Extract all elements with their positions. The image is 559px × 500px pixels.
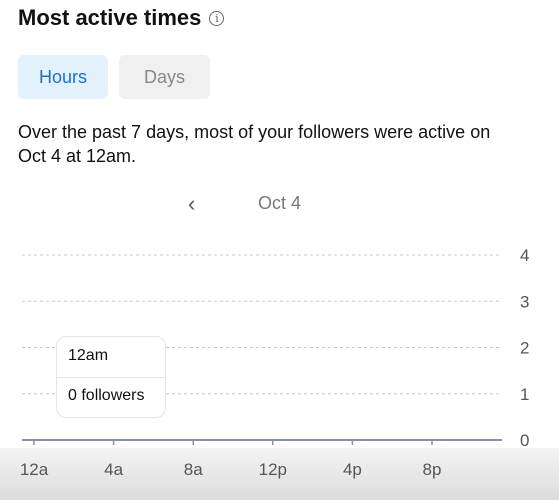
date-navigator: ‹ Oct 4 [0, 192, 559, 216]
tab-hours[interactable]: Hours [18, 55, 108, 99]
y-tick-label: 4 [520, 246, 529, 265]
x-tick-label: 4p [343, 460, 362, 479]
x-tick-label: 4a [104, 460, 123, 479]
chevron-left-icon[interactable]: ‹ [188, 192, 195, 216]
tooltip-time: 12am [68, 347, 109, 364]
chart-tooltip: 12am 0 followers [56, 336, 166, 418]
y-tick-label: 3 [520, 292, 529, 311]
date-label: Oct 4 [258, 193, 302, 213]
y-tick-label: 2 [520, 339, 529, 358]
info-icon[interactable]: i [209, 10, 225, 26]
summary-text: Over the past 7 days, most of your follo… [18, 122, 491, 166]
y-tick-label: 0 [520, 431, 529, 450]
page-title: Most active times i [18, 5, 225, 31]
title-text: Most active times [18, 5, 202, 30]
x-tick-label: 12p [259, 460, 287, 479]
x-tick-label: 8a [184, 460, 203, 479]
y-tick-label: 1 [520, 385, 529, 404]
tooltip-divider [57, 377, 165, 378]
x-tick-label: 12a [20, 460, 49, 479]
tooltip-value: 0 followers [68, 387, 145, 404]
tab-days[interactable]: Days [119, 55, 210, 99]
x-tick-label: 8p [423, 460, 442, 479]
